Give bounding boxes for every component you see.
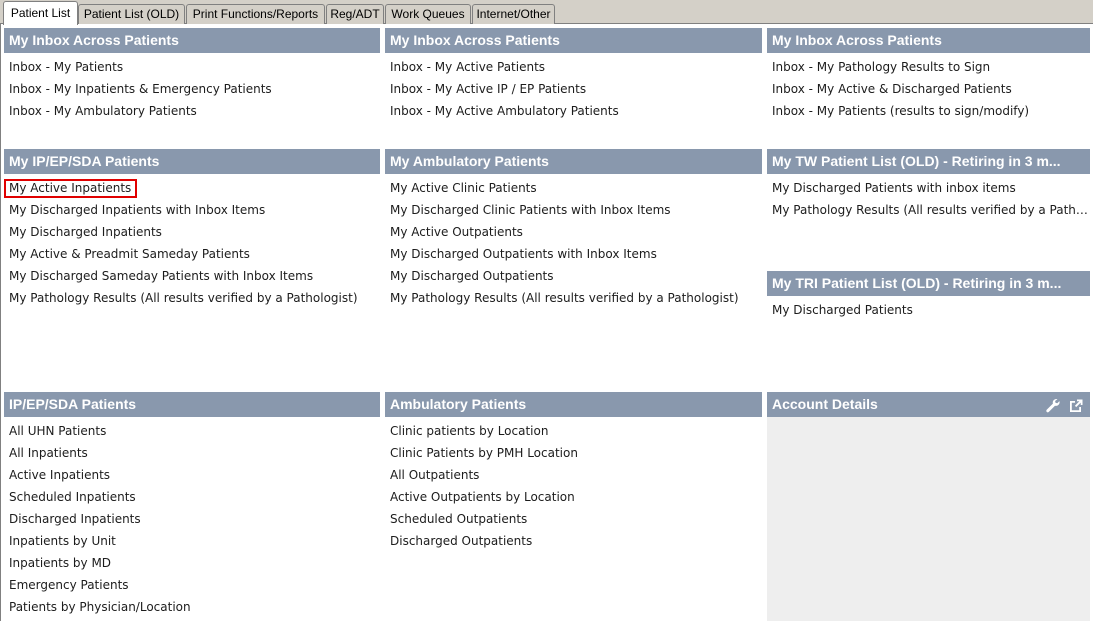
panel-title: My TW Patient List (OLD) - Retiring in 3… [767, 149, 1090, 174]
tab-patient-list[interactable]: Patient List [3, 1, 78, 25]
wrench-icon[interactable] [1045, 397, 1061, 413]
external-link-icon[interactable] [1068, 397, 1084, 413]
panel-my-tri-patient-list: My TRI Patient List (OLD) - Retiring in … [767, 271, 1090, 381]
list-item-my-discharged-clinic-inbox[interactable]: My Discharged Clinic Patients with Inbox… [385, 201, 762, 223]
tab-work-queues[interactable]: Work Queues [385, 4, 471, 24]
content-area: My Inbox Across Patients Inbox - My Pati… [0, 24, 1093, 621]
tab-reg-adt[interactable]: Reg/ADT [326, 4, 384, 24]
list-item-discharged-outpatients[interactable]: Discharged Outpatients [385, 532, 762, 554]
panel-inbox-across-patients-2: My Inbox Across Patients Inbox - My Acti… [385, 28, 762, 138]
panel-title: IP/EP/SDA Patients [4, 392, 380, 417]
panel-my-ambulatory-patients: My Ambulatory Patients My Active Clinic … [385, 149, 762, 384]
list-item-my-discharged-sameday-inbox[interactable]: My Discharged Sameday Patients with Inbo… [4, 267, 380, 289]
list-item-scheduled-inpatients[interactable]: Scheduled Inpatients [4, 488, 380, 510]
panel-inbox-across-patients-3: My Inbox Across Patients Inbox - My Path… [767, 28, 1090, 138]
tab-patient-list-old[interactable]: Patient List (OLD) [78, 4, 185, 24]
list-item-my-active-clinic-patients[interactable]: My Active Clinic Patients [385, 179, 762, 201]
list-item-inbox-results-sign-modify[interactable]: Inbox - My Patients (results to sign/mod… [767, 102, 1090, 124]
panel-title: My Inbox Across Patients [767, 28, 1090, 53]
list-item-my-pathology-results[interactable]: My Pathology Results (All results verifi… [4, 289, 380, 311]
tab-bar: Patient List Patient List (OLD) Print Fu… [0, 0, 1093, 25]
list-item-inbox-my-active-ip-ep[interactable]: Inbox - My Active IP / EP Patients [385, 80, 762, 102]
list-item-my-active-preadmit-sameday[interactable]: My Active & Preadmit Sameday Patients [4, 245, 380, 267]
list-item-inbox-pathology-results[interactable]: Inbox - My Pathology Results to Sign [767, 58, 1090, 80]
list-item-my-amb-pathology-results[interactable]: My Pathology Results (All results verifi… [385, 289, 762, 311]
list-item-all-uhn-patients[interactable]: All UHN Patients [4, 422, 380, 444]
list-item-discharged-inpatients[interactable]: Discharged Inpatients [4, 510, 380, 532]
list-item-tw-discharged-inbox[interactable]: My Discharged Patients with inbox items [767, 179, 1090, 201]
list-item-inbox-my-inpatients-emergency[interactable]: Inbox - My Inpatients & Emergency Patien… [4, 80, 380, 102]
account-details-title: Account Details [772, 396, 878, 412]
tab-internet-other[interactable]: Internet/Other [472, 4, 555, 24]
list-item-inbox-my-ambulatory[interactable]: Inbox - My Ambulatory Patients [4, 102, 380, 124]
panel-title: Ambulatory Patients [385, 392, 762, 417]
list-item-tw-pathology-results[interactable]: My Pathology Results (All results verifi… [767, 201, 1090, 223]
list-item-my-active-outpatients[interactable]: My Active Outpatients [385, 223, 762, 245]
panel-inbox-across-patients-1: My Inbox Across Patients Inbox - My Pati… [4, 28, 380, 138]
panel-title: My Inbox Across Patients [4, 28, 380, 53]
panel-ip-ep-sda-patients: IP/EP/SDA Patients All UHN Patients All … [4, 392, 380, 621]
panel-account-details: Account Details [767, 392, 1090, 621]
list-item-inpatients-by-md[interactable]: Inpatients by MD [4, 554, 380, 576]
panel-ambulatory-patients: Ambulatory Patients Clinic patients by L… [385, 392, 762, 621]
panel-my-tw-patient-list: My TW Patient List (OLD) - Retiring in 3… [767, 149, 1090, 249]
list-item-all-outpatients[interactable]: All Outpatients [385, 466, 762, 488]
panel-title: My Inbox Across Patients [385, 28, 762, 53]
list-item-my-discharged-outpatients-inbox[interactable]: My Discharged Outpatients with Inbox Ite… [385, 245, 762, 267]
list-item-emergency-patients[interactable]: Emergency Patients [4, 576, 380, 598]
list-item-inpatients-by-unit[interactable]: Inpatients by Unit [4, 532, 380, 554]
list-item-inbox-my-active-patients[interactable]: Inbox - My Active Patients [385, 58, 762, 80]
list-item-inbox-my-active-ambulatory[interactable]: Inbox - My Active Ambulatory Patients [385, 102, 762, 124]
list-item-active-outpatients-by-location[interactable]: Active Outpatients by Location [385, 488, 762, 510]
list-item-patients-by-physician-location[interactable]: Patients by Physician/Location [4, 598, 380, 620]
list-item-inbox-my-patients[interactable]: Inbox - My Patients [4, 58, 380, 80]
list-item-my-discharged-inpatients-inbox[interactable]: My Discharged Inpatients with Inbox Item… [4, 201, 380, 223]
panel-title: Account Details [767, 392, 1090, 417]
list-item-active-inpatients[interactable]: Active Inpatients [4, 466, 380, 488]
list-item-clinic-patients-by-location[interactable]: Clinic patients by Location [385, 422, 762, 444]
list-item-clinic-patients-pmh[interactable]: Clinic Patients by PMH Location [385, 444, 762, 466]
list-item-inbox-active-discharged[interactable]: Inbox - My Active & Discharged Patients [767, 80, 1090, 102]
list-item-my-discharged-inpatients[interactable]: My Discharged Inpatients [4, 223, 380, 245]
list-item-my-active-inpatients[interactable]: My Active Inpatients [4, 179, 380, 201]
list-item-all-inpatients[interactable]: All Inpatients [4, 444, 380, 466]
panel-title: My IP/EP/SDA Patients [4, 149, 380, 174]
panel-title: My Ambulatory Patients [385, 149, 762, 174]
list-item-scheduled-outpatients[interactable]: Scheduled Outpatients [385, 510, 762, 532]
panel-title: My TRI Patient List (OLD) - Retiring in … [767, 271, 1090, 296]
panel-my-ip-ep-sda-patients: My IP/EP/SDA Patients My Active Inpatien… [4, 149, 380, 384]
highlighted-item-label[interactable]: My Active Inpatients [4, 179, 138, 198]
tab-print-functions[interactable]: Print Functions/Reports [186, 4, 325, 24]
list-item-my-discharged-outpatients[interactable]: My Discharged Outpatients [385, 267, 762, 289]
list-item-tri-discharged-patients[interactable]: My Discharged Patients [767, 301, 1090, 323]
